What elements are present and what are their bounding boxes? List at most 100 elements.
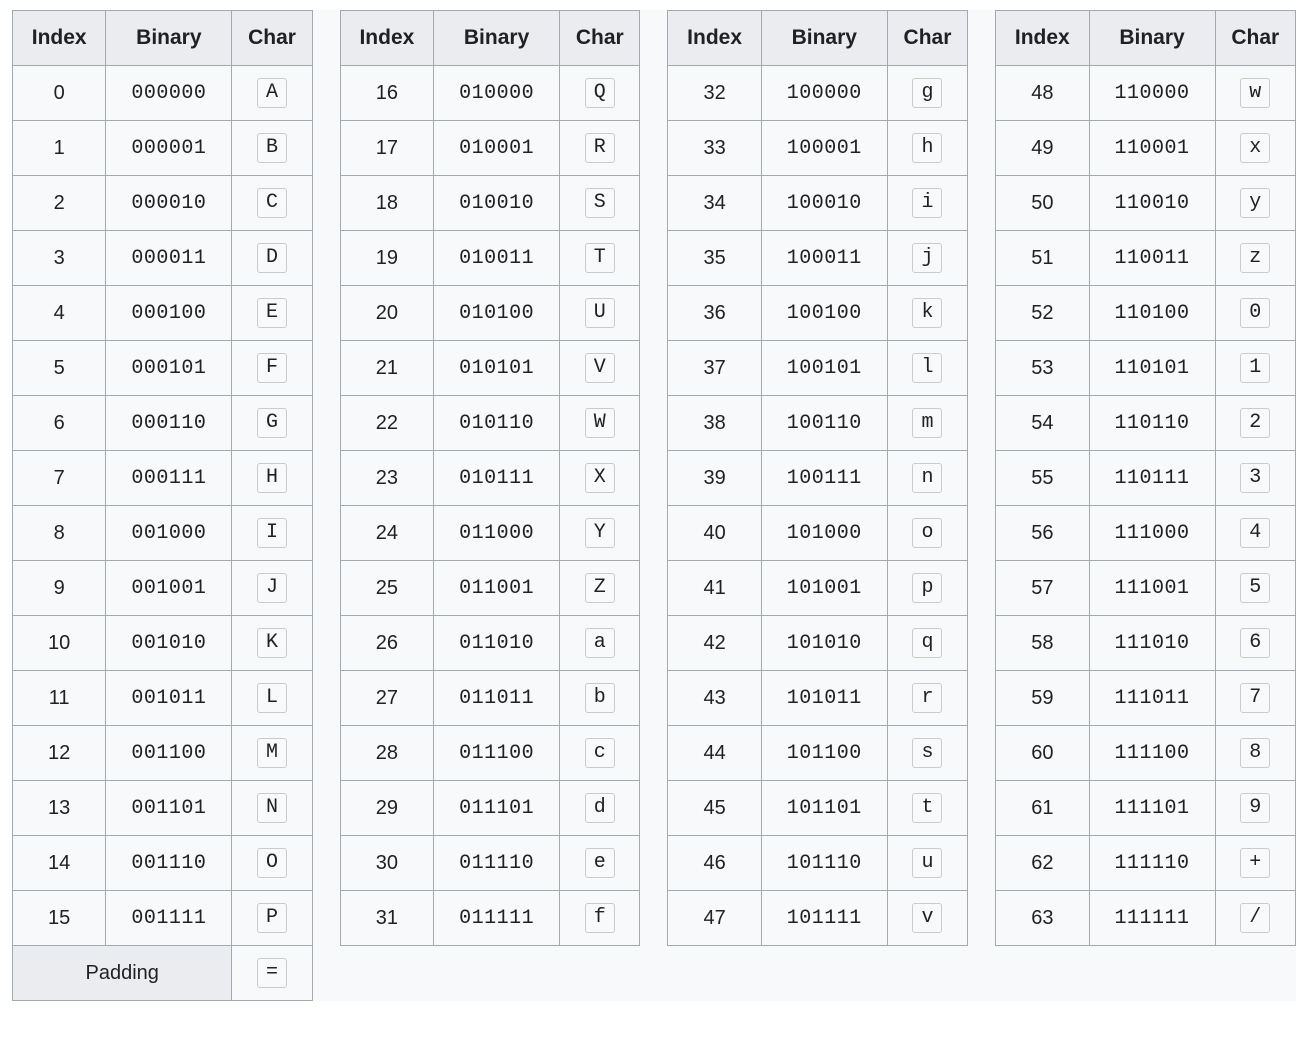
column-spacer: [640, 671, 668, 726]
index-cell: 48: [996, 66, 1089, 121]
binary-cell: 000100: [106, 286, 232, 341]
padding-label-cell: Padding: [13, 946, 232, 1001]
char-value: g: [912, 78, 942, 108]
char-value: y: [1240, 188, 1270, 218]
index-cell: 30: [340, 836, 433, 891]
binary-cell: 110001: [1089, 121, 1215, 176]
binary-cell: 100100: [761, 286, 887, 341]
char-cell: Z: [560, 561, 640, 616]
char-cell: 6: [1215, 616, 1295, 671]
index-cell: 34: [668, 176, 761, 231]
char-value: F: [257, 353, 287, 383]
char-cell: c: [560, 726, 640, 781]
char-cell: 1: [1215, 341, 1295, 396]
char-value: /: [1240, 903, 1270, 933]
char-cell: k: [887, 286, 967, 341]
index-cell: 61: [996, 781, 1089, 836]
table-row: 5000101F21010101V37100101l531101011: [13, 341, 1296, 396]
index-cell: 24: [340, 506, 433, 561]
char-value: Z: [585, 573, 615, 603]
table-row: 7000111H23010111X39100111n551101113: [13, 451, 1296, 506]
char-cell: z: [1215, 231, 1295, 286]
char-value: 6: [1240, 628, 1270, 658]
char-value: B: [257, 133, 287, 163]
char-cell: J: [232, 561, 312, 616]
char-cell: 5: [1215, 561, 1295, 616]
binary-cell: 111110: [1089, 836, 1215, 891]
column-spacer: [968, 726, 996, 781]
char-value: N: [257, 793, 287, 823]
col-header-char: Char: [887, 11, 967, 66]
char-cell: 2: [1215, 396, 1295, 451]
binary-cell: 010011: [434, 231, 560, 286]
table-row: 9001001J25011001Z41101001p571110015: [13, 561, 1296, 616]
index-cell: 1: [13, 121, 106, 176]
char-value: W: [585, 408, 615, 438]
column-spacer: [968, 11, 996, 66]
char-value: 8: [1240, 738, 1270, 768]
char-cell: i: [887, 176, 967, 231]
index-cell: 10: [13, 616, 106, 671]
binary-cell: 001111: [106, 891, 232, 946]
char-cell: V: [560, 341, 640, 396]
char-value: J: [257, 573, 287, 603]
char-cell: F: [232, 341, 312, 396]
table-header-row: Index Binary Char Index Binary Char Inde…: [13, 11, 1296, 66]
char-value: 1: [1240, 353, 1270, 383]
char-value: f: [585, 903, 615, 933]
char-value: U: [585, 298, 615, 328]
char-value: r: [912, 683, 942, 713]
binary-cell: 101111: [761, 891, 887, 946]
char-value: x: [1240, 133, 1270, 163]
char-cell: I: [232, 506, 312, 561]
char-cell: m: [887, 396, 967, 451]
char-value: C: [257, 188, 287, 218]
index-cell: 31: [340, 891, 433, 946]
index-cell: 12: [13, 726, 106, 781]
column-spacer: [640, 836, 668, 891]
binary-cell: 110101: [1089, 341, 1215, 396]
char-value: m: [912, 408, 942, 438]
table-row: 1000001B17010001R33100001h49110001x: [13, 121, 1296, 176]
char-value: D: [257, 243, 287, 273]
char-cell: t: [887, 781, 967, 836]
index-cell: 3: [13, 231, 106, 286]
char-value: L: [257, 683, 287, 713]
char-cell: Q: [560, 66, 640, 121]
char-value: X: [585, 463, 615, 493]
binary-cell: 001011: [106, 671, 232, 726]
index-cell: 49: [996, 121, 1089, 176]
column-spacer: [968, 66, 996, 121]
index-cell: 13: [13, 781, 106, 836]
char-value: n: [912, 463, 942, 493]
binary-cell: 101110: [761, 836, 887, 891]
char-cell: v: [887, 891, 967, 946]
binary-cell: 001000: [106, 506, 232, 561]
char-cell: u: [887, 836, 967, 891]
binary-cell: 110111: [1089, 451, 1215, 506]
char-value: Q: [585, 78, 615, 108]
char-cell: Y: [560, 506, 640, 561]
column-spacer: [312, 396, 340, 451]
column-spacer: [968, 671, 996, 726]
char-value: k: [912, 298, 942, 328]
index-cell: 20: [340, 286, 433, 341]
char-value: p: [912, 573, 942, 603]
column-spacer: [312, 121, 340, 176]
char-cell: K: [232, 616, 312, 671]
char-cell: g: [887, 66, 967, 121]
char-value: e: [585, 848, 615, 878]
char-value: z: [1240, 243, 1270, 273]
binary-cell: 011110: [434, 836, 560, 891]
char-value: R: [585, 133, 615, 163]
binary-cell: 101011: [761, 671, 887, 726]
table-row: 15001111P31011111f47101111v63111111/: [13, 891, 1296, 946]
binary-cell: 000111: [106, 451, 232, 506]
binary-cell: 001100: [106, 726, 232, 781]
binary-cell: 111101: [1089, 781, 1215, 836]
binary-cell: 111001: [1089, 561, 1215, 616]
char-value: q: [912, 628, 942, 658]
char-value: c: [585, 738, 615, 768]
column-spacer: [312, 66, 340, 121]
column-spacer: [968, 286, 996, 341]
